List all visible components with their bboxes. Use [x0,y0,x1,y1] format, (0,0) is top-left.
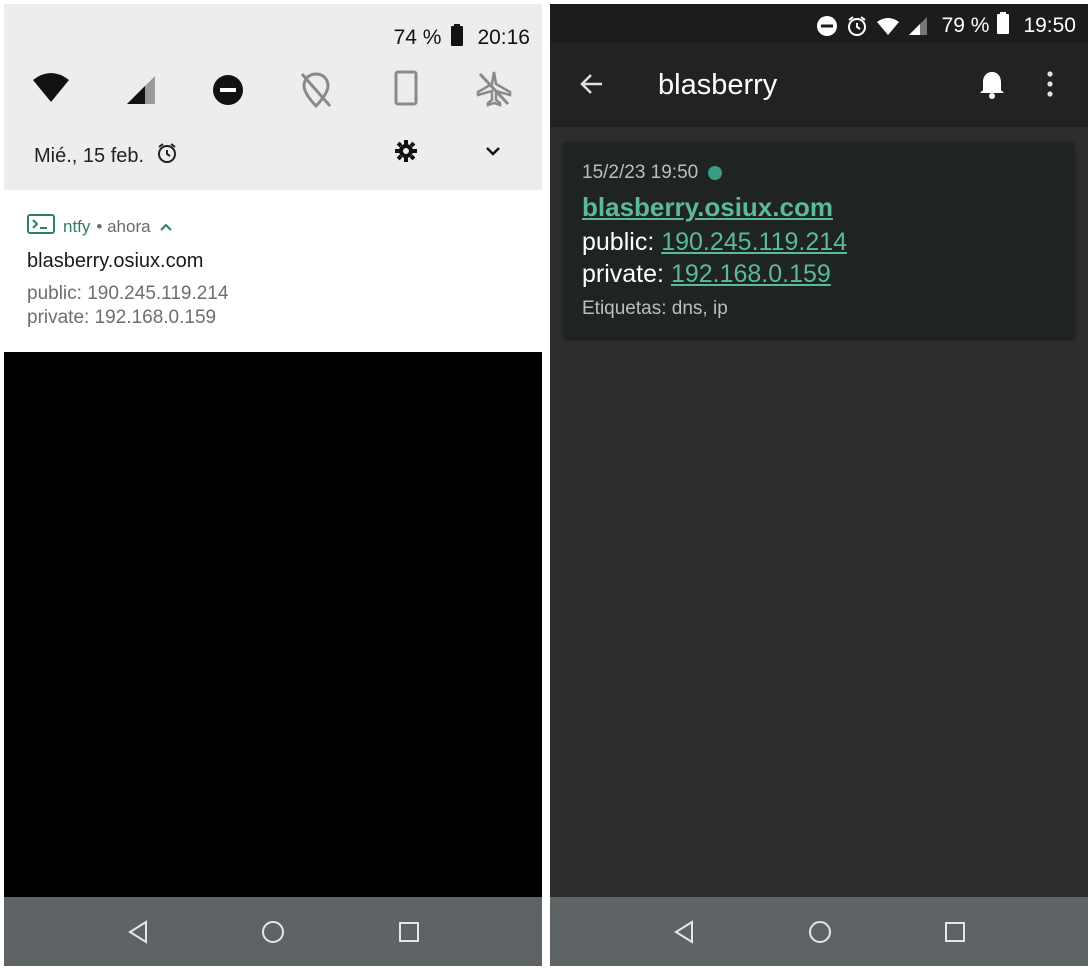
status-bar: 74 % 20:16 [394,24,530,52]
ntfy-notification[interactable]: ntfy • ahora blasberry.osiux.com public:… [4,190,542,352]
clock: 20:16 [477,26,530,49]
message-tags: Etiquetas: dns, ip [582,298,728,319]
clock: 19:50 [1023,14,1076,37]
date-label: Mié., 15 feb. [34,144,145,167]
notification-title: blasberry.osiux.com [27,250,204,272]
navigation-bar [550,897,1088,966]
quick-settings-panel: 74 % 20:16 Mié., 15 feb. [4,4,542,190]
public-label: public: [582,228,655,256]
cell-signal-icon[interactable] [117,64,165,112]
cell-signal-icon [908,16,928,36]
private-ip-link[interactable]: 192.168.0.159 [671,260,831,288]
bell-icon[interactable] [978,69,1006,104]
chevron-up-icon[interactable] [159,217,173,237]
notification-public-line: public: 190.245.119.214 [27,283,229,304]
left-screen: 74 % 20:16 Mié., 15 feb. ntfy • ahora bl… [4,4,542,966]
do-not-disturb-icon [816,15,838,37]
private-label: private: [582,260,664,288]
more-vert-icon[interactable] [1044,70,1056,103]
back-nav-icon[interactable] [672,919,698,945]
message-title-link[interactable]: blasberry.osiux.com [582,192,833,223]
app-bar: blasberry [550,43,1088,127]
alarm-clock-icon [846,15,868,37]
location-off-icon[interactable] [292,64,340,112]
terminal-icon [27,214,55,239]
message-card[interactable]: 15/2/23 19:50 blasberry.osiux.com public… [564,142,1074,338]
battery-percent: 79 % [941,14,990,37]
recents-nav-icon[interactable] [396,919,422,945]
alarm-clock-icon[interactable] [156,142,178,170]
recents-nav-icon[interactable] [942,919,968,945]
new-message-dot [708,166,723,180]
home-nav-icon[interactable] [807,919,833,945]
notification-header: ntfy • ahora [27,214,173,239]
navigation-bar [4,897,542,966]
settings-gear-icon[interactable] [393,138,419,169]
home-nav-icon[interactable] [260,919,286,945]
back-arrow-icon[interactable] [578,70,606,103]
airplane-mode-off-icon[interactable] [470,64,518,112]
notification-time: • ahora [96,216,151,236]
message-timestamp: 15/2/23 19:50 [582,162,699,183]
back-nav-icon[interactable] [126,919,152,945]
message-public-line: public: 190.245.119.214 [582,228,847,257]
notification-app-name: ntfy [63,216,91,236]
status-bar: 79 % 19:50 [550,4,1088,43]
chevron-down-icon[interactable] [482,140,504,167]
quick-settings-tiles [4,64,542,112]
battery-percent: 74 % [393,26,442,49]
topic-title: blasberry [658,69,778,101]
message-private-line: private: 192.168.0.159 [582,260,831,289]
battery-icon [997,12,1010,40]
blank-area [4,352,542,897]
wifi-icon[interactable] [27,64,75,112]
message-timestamp-row: 15/2/23 19:50 [582,162,723,184]
auto-rotate-icon[interactable] [382,64,430,112]
date-row: Mié., 15 feb. [34,142,178,170]
notification-private-line: private: 192.168.0.159 [27,307,217,328]
battery-icon [451,24,464,52]
do-not-disturb-icon[interactable] [204,64,252,112]
wifi-icon [876,16,900,36]
public-ip-link[interactable]: 190.245.119.214 [661,228,847,256]
right-screen: 79 % 19:50 blasberry 15/2/23 19:50 blasb… [550,4,1088,966]
